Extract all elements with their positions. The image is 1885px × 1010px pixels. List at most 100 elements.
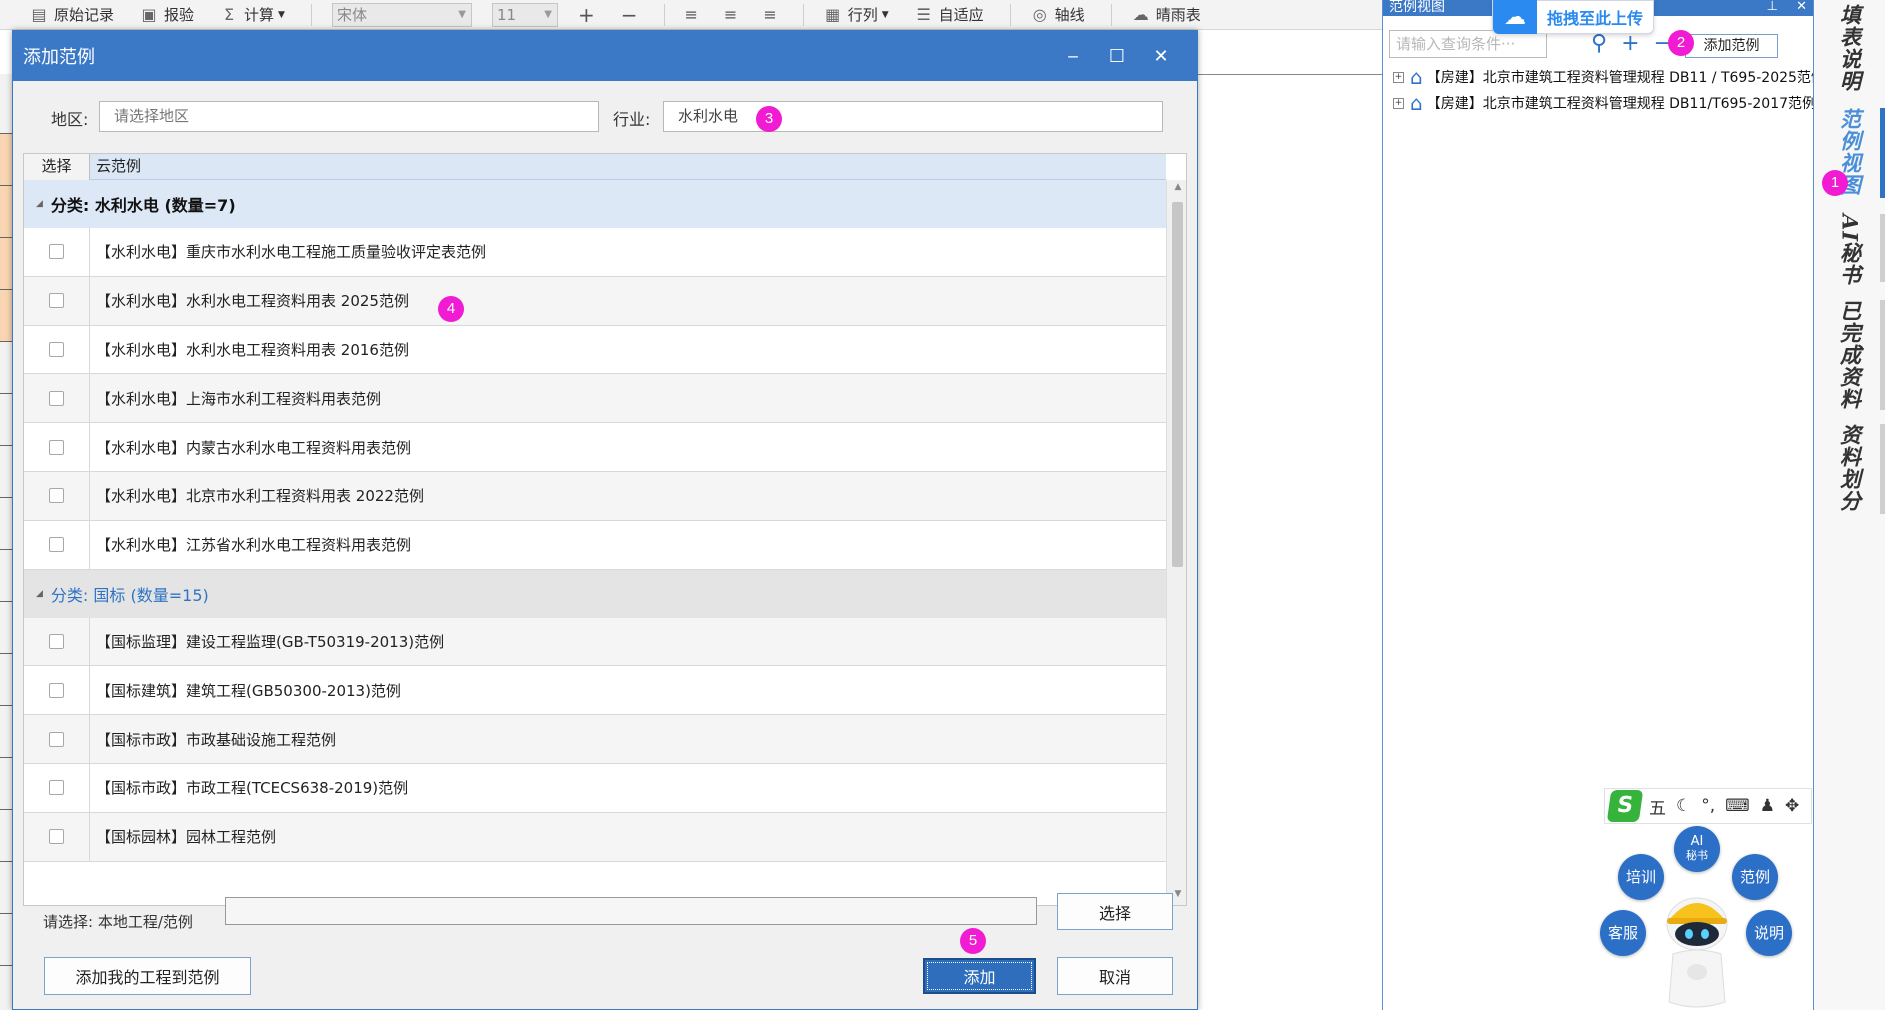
cloud-upload-icon: ☁ bbox=[1493, 0, 1537, 34]
upload-drop-badge[interactable]: ☁ 拖拽至此上传 bbox=[1492, 0, 1654, 34]
example-tree: + ⌂ 【房建】北京市建筑工程资料管理规程 DB11 / T695-2025范例… bbox=[1393, 64, 1813, 116]
toolbar-row-col[interactable]: ▦ 行列 ▼ bbox=[824, 4, 889, 25]
scrollbar-thumb[interactable] bbox=[1172, 202, 1183, 567]
toolbar-autofit[interactable]: ☰ 自适应 bbox=[915, 4, 983, 25]
minus-icon[interactable]: − bbox=[621, 5, 638, 25]
panel-add-example-button[interactable]: 添加范例 bbox=[1685, 34, 1778, 58]
item-checkbox[interactable] bbox=[49, 731, 64, 747]
toolbar-inspection[interactable]: ▣ 报验 bbox=[140, 4, 194, 25]
tree-item[interactable]: + ⌂ 【房建】北京市建筑工程资料管理规程 DB11 / T695-2025范例 bbox=[1393, 64, 1813, 90]
maximize-icon[interactable]: ☐ bbox=[1095, 46, 1139, 67]
grid-apps-icon[interactable]: ✥ bbox=[1785, 796, 1799, 816]
pin-icon[interactable]: ⊥ bbox=[1767, 0, 1778, 14]
list-item[interactable]: 【国标市政】市政工程(TCECS638-2019)范例 bbox=[24, 763, 1166, 813]
checkbox-cell bbox=[24, 520, 90, 569]
list-item[interactable]: 【国标园林】园林工程范例 bbox=[24, 812, 1166, 862]
cloud-icon: ☁ bbox=[1132, 4, 1149, 24]
vtab-completed-docs[interactable]: 已完成资料 bbox=[1814, 300, 1885, 410]
expand-icon[interactable]: + bbox=[1393, 97, 1404, 109]
toolbar-original-record[interactable]: ▤ 原始记录 bbox=[30, 4, 114, 25]
item-checkbox[interactable] bbox=[49, 537, 64, 553]
list-item[interactable]: 【水利水电】上海市水利工程资料用表范例 bbox=[24, 374, 1166, 424]
item-checkbox[interactable] bbox=[49, 829, 64, 845]
select-button[interactable]: 选择 bbox=[1057, 893, 1173, 930]
close-icon[interactable]: ✕ bbox=[1796, 0, 1807, 14]
font-name-select[interactable]: 宋体 ▼ bbox=[331, 2, 472, 27]
grid-body: ◢ 分类: 水利水电 (数量=7) 【水利水电】重庆市水利水电工程施工质量验收评… bbox=[24, 180, 1166, 905]
punctuation-icon[interactable]: °, bbox=[1701, 796, 1715, 816]
search-icon[interactable]: ⚲ bbox=[1591, 30, 1607, 58]
tree-item[interactable]: + ⌂ 【房建】北京市建筑工程资料管理规程 DB11/T695-2017范例 bbox=[1393, 90, 1813, 116]
list-item[interactable]: 【水利水电】北京市水利工程资料用表 2022范例 bbox=[24, 471, 1166, 521]
tab-indicator bbox=[1880, 424, 1885, 514]
list-item[interactable]: 【国标建筑】建筑工程(GB50300-2013)范例 bbox=[24, 666, 1166, 716]
align-top-icon[interactable]: ≡ bbox=[685, 5, 698, 25]
cancel-button[interactable]: 取消 bbox=[1057, 957, 1173, 995]
list-item[interactable]: 【水利水电】水利水电工程资料用表 2025范例 bbox=[24, 276, 1166, 326]
list-item[interactable]: 【水利水电】重庆市水利水电工程施工质量验收评定表范例 bbox=[24, 228, 1166, 277]
list-item[interactable]: 【水利水电】水利水电工程资料用表 2016范例 bbox=[24, 325, 1166, 375]
home-icon: ⌂ bbox=[1410, 91, 1423, 115]
industry-input[interactable]: 水利水电 bbox=[663, 101, 1163, 132]
ime-mode[interactable]: 五 bbox=[1649, 794, 1666, 819]
item-checkbox[interactable] bbox=[49, 439, 64, 455]
ime-toolbar: S 五 ☾ °, ⌨ ♟ ✥ bbox=[1604, 788, 1812, 824]
font-size-select[interactable]: 11 ▼ bbox=[491, 2, 558, 27]
cloud-example-grid: 选择 云范例 ◢ 分类: 水利水电 (数量=7) 【水利水电】重庆市水利水电工程… bbox=[23, 153, 1187, 906]
scroll-up-icon[interactable]: ▲ bbox=[1167, 182, 1186, 198]
item-checkbox[interactable] bbox=[49, 244, 64, 260]
plus-icon[interactable]: + bbox=[578, 5, 595, 25]
align-middle-icon[interactable]: ≡ bbox=[724, 5, 737, 25]
toolbar-divider bbox=[1009, 3, 1011, 26]
align-bottom-icon[interactable]: ≡ bbox=[763, 5, 776, 25]
tab-indicator bbox=[1880, 300, 1885, 410]
chevron-down-icon: ▼ bbox=[278, 9, 285, 20]
toolbar-weather[interactable]: ☁ 晴雨表 bbox=[1132, 4, 1201, 25]
panel-search-input[interactable]: 请输入查询条件··· bbox=[1389, 30, 1547, 58]
robot-mascot-icon[interactable] bbox=[1655, 890, 1739, 1010]
dialog-title: 添加范例 bbox=[23, 47, 95, 68]
list-item[interactable]: 【国标市政】市政基础设施工程范例 bbox=[24, 715, 1166, 764]
add-button[interactable]: 添加 bbox=[923, 958, 1036, 994]
tab-indicator bbox=[1880, 214, 1885, 282]
category-row-national[interactable]: ◢ 分类: 国标 (数量=15) bbox=[24, 569, 1166, 618]
item-checkbox[interactable] bbox=[49, 633, 64, 649]
plus-icon[interactable]: + bbox=[1621, 30, 1639, 58]
item-checkbox[interactable] bbox=[49, 390, 64, 406]
keyboard-icon[interactable]: ⌨ bbox=[1725, 796, 1750, 816]
item-checkbox[interactable] bbox=[49, 341, 64, 357]
collapse-triangle-icon[interactable]: ◢ bbox=[36, 199, 43, 209]
item-checkbox[interactable] bbox=[49, 293, 64, 309]
column-header-select[interactable]: 选择 bbox=[24, 154, 90, 180]
axis-icon: ◎ bbox=[1032, 4, 1047, 24]
region-input[interactable]: 请选择地区 bbox=[99, 101, 599, 132]
item-checkbox[interactable] bbox=[49, 488, 64, 504]
help-bubble[interactable]: 说明 bbox=[1746, 910, 1792, 956]
ai-secretary-bubble[interactable]: AI 秘书 bbox=[1674, 826, 1720, 872]
column-header-cloud[interactable]: 云范例 bbox=[96, 154, 141, 179]
grid-scrollbar[interactable]: ▲ ▼ bbox=[1166, 180, 1186, 905]
vtab-doc-division[interactable]: 资料划分 bbox=[1814, 424, 1885, 512]
category-row-water[interactable]: ◢ 分类: 水利水电 (数量=7) bbox=[24, 180, 1166, 228]
list-item[interactable]: 【国标监理】建设工程监理(GB-T50319-2013)范例 bbox=[24, 617, 1166, 667]
list-item[interactable]: 【水利水电】江苏省水利水电工程资料用表范例 bbox=[24, 520, 1166, 570]
vtab-ai-secretary[interactable]: AI秘书 bbox=[1814, 214, 1885, 286]
callout-marker-2: 2 bbox=[1668, 30, 1694, 56]
add-my-project-button[interactable]: 添加我的工程到范例 bbox=[44, 957, 251, 995]
sogou-logo-icon[interactable]: S bbox=[1606, 790, 1644, 822]
vtab-fill-instructions[interactable]: 填表说明 bbox=[1814, 4, 1885, 92]
close-icon[interactable]: ✕ bbox=[1139, 46, 1183, 67]
user-icon[interactable]: ♟ bbox=[1760, 796, 1775, 816]
minimize-icon[interactable]: ‒ bbox=[1051, 46, 1095, 67]
support-bubble[interactable]: 客服 bbox=[1600, 910, 1646, 956]
select-source-input[interactable] bbox=[225, 897, 1037, 925]
toolbar-axis[interactable]: ◎ 轴线 bbox=[1031, 4, 1085, 25]
toolbar-calculate[interactable]: Σ 计算 ▼ bbox=[220, 4, 285, 25]
item-checkbox[interactable] bbox=[49, 780, 64, 796]
panel-controls: ⊥ ✕ bbox=[1767, 0, 1807, 14]
list-item[interactable]: 【水利水电】内蒙古水利水电工程资料用表范例 bbox=[24, 423, 1166, 472]
expand-icon[interactable]: + bbox=[1393, 71, 1404, 83]
collapse-triangle-icon[interactable]: ◢ bbox=[36, 589, 43, 599]
moon-icon[interactable]: ☾ bbox=[1676, 796, 1691, 816]
item-checkbox[interactable] bbox=[49, 682, 64, 698]
